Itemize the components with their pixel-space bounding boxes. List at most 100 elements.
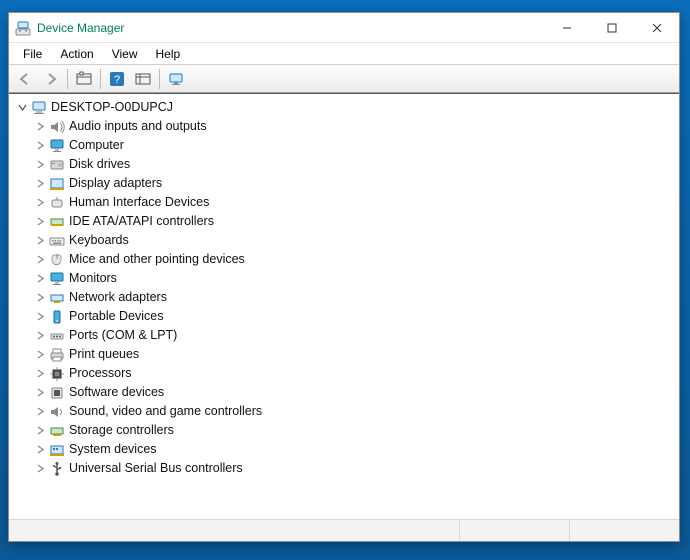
tree-item-label: Software devices: [69, 383, 164, 402]
menu-view[interactable]: View: [104, 45, 146, 63]
tree-item[interactable]: Sound, video and game controllers: [15, 402, 673, 421]
statusbar: [9, 519, 679, 541]
menu-action[interactable]: Action: [52, 45, 101, 63]
chevron-right-icon[interactable]: [33, 177, 47, 191]
tree-item[interactable]: Storage controllers: [15, 421, 673, 440]
tree-item-label: Display adapters: [69, 174, 162, 193]
status-cell: [569, 520, 679, 541]
tree-item[interactable]: Processors: [15, 364, 673, 383]
chevron-right-icon[interactable]: [33, 386, 47, 400]
tree-item-label: Network adapters: [69, 288, 167, 307]
toolbar-separator: [67, 69, 68, 89]
tree-item-label: Disk drives: [69, 155, 130, 174]
tree-item-label: Monitors: [69, 269, 117, 288]
chevron-right-icon[interactable]: [33, 329, 47, 343]
software-icon: [49, 385, 65, 401]
chevron-down-icon[interactable]: [15, 101, 29, 115]
chevron-right-icon[interactable]: [33, 310, 47, 324]
display-adapter-icon: [49, 176, 65, 192]
tree-item[interactable]: Portable Devices: [15, 307, 673, 326]
tree-item-label: Audio inputs and outputs: [69, 117, 207, 136]
chevron-right-icon[interactable]: [33, 405, 47, 419]
chevron-right-icon[interactable]: [33, 443, 47, 457]
tree-item[interactable]: Computer: [15, 136, 673, 155]
ide-icon: [49, 214, 65, 230]
toolbar: ?: [9, 65, 679, 93]
toolbar-separator: [159, 69, 160, 89]
tree-item-label: Human Interface Devices: [69, 193, 209, 212]
mouse-icon: [49, 252, 65, 268]
tree-root-label: DESKTOP-O0DUPCJ: [51, 98, 173, 117]
chevron-right-icon[interactable]: [33, 196, 47, 210]
tree-item[interactable]: System devices: [15, 440, 673, 459]
tree-item[interactable]: Disk drives: [15, 155, 673, 174]
menubar: File Action View Help: [9, 43, 679, 65]
speaker-icon: [49, 119, 65, 135]
chevron-right-icon[interactable]: [33, 234, 47, 248]
chevron-right-icon[interactable]: [33, 348, 47, 362]
toolbar-properties[interactable]: [72, 67, 96, 91]
maximize-button[interactable]: [589, 14, 634, 42]
tree-item[interactable]: Ports (COM & LPT): [15, 326, 673, 345]
tree-item[interactable]: Monitors: [15, 269, 673, 288]
toolbar-show-hidden[interactable]: [131, 67, 155, 91]
tree-item[interactable]: Keyboards: [15, 231, 673, 250]
svg-text:?: ?: [114, 74, 120, 86]
app-icon: [15, 20, 31, 36]
tree-item-label: Ports (COM & LPT): [69, 326, 177, 345]
hid-icon: [49, 195, 65, 211]
close-button[interactable]: [634, 14, 679, 42]
device-tree[interactable]: DESKTOP-O0DUPCJ Audio inputs and outputs…: [9, 93, 679, 519]
desktop-background: Device Manager File Action View Help ?: [0, 0, 690, 560]
tree-item-label: Processors: [69, 364, 132, 383]
chevron-right-icon[interactable]: [33, 139, 47, 153]
titlebar[interactable]: Device Manager: [9, 13, 679, 43]
tree-item[interactable]: Universal Serial Bus controllers: [15, 459, 673, 478]
menu-file[interactable]: File: [15, 45, 50, 63]
tree-item-label: IDE ATA/ATAPI controllers: [69, 212, 214, 231]
toolbar-help[interactable]: ?: [105, 67, 129, 91]
tree-item-label: Sound, video and game controllers: [69, 402, 262, 421]
minimize-button[interactable]: [544, 14, 589, 42]
tree-item[interactable]: Network adapters: [15, 288, 673, 307]
cpu-icon: [49, 366, 65, 382]
chevron-right-icon[interactable]: [33, 462, 47, 476]
printer-icon: [49, 347, 65, 363]
toolbar-forward[interactable]: [39, 67, 63, 91]
portable-icon: [49, 309, 65, 325]
computer-icon: [31, 100, 47, 116]
tree-item-label: Portable Devices: [69, 307, 164, 326]
chevron-right-icon[interactable]: [33, 120, 47, 134]
toolbar-back[interactable]: [13, 67, 37, 91]
port-icon: [49, 328, 65, 344]
system-icon: [49, 442, 65, 458]
status-cell: [459, 520, 569, 541]
tree-item-label: Storage controllers: [69, 421, 174, 440]
toolbar-scan[interactable]: [164, 67, 188, 91]
chevron-right-icon[interactable]: [33, 215, 47, 229]
menu-help[interactable]: Help: [148, 45, 189, 63]
tree-item[interactable]: Software devices: [15, 383, 673, 402]
chevron-right-icon[interactable]: [33, 253, 47, 267]
tree-item-label: Print queues: [69, 345, 139, 364]
disk-icon: [49, 157, 65, 173]
chevron-right-icon[interactable]: [33, 272, 47, 286]
monitor-icon: [49, 271, 65, 287]
chevron-right-icon[interactable]: [33, 291, 47, 305]
tree-item-label: Mice and other pointing devices: [69, 250, 245, 269]
tree-root[interactable]: DESKTOP-O0DUPCJ: [15, 98, 673, 117]
usb-icon: [49, 461, 65, 477]
tree-item[interactable]: Mice and other pointing devices: [15, 250, 673, 269]
network-icon: [49, 290, 65, 306]
tree-item[interactable]: Display adapters: [15, 174, 673, 193]
chevron-right-icon[interactable]: [33, 367, 47, 381]
tree-item[interactable]: IDE ATA/ATAPI controllers: [15, 212, 673, 231]
tree-item-label: Computer: [69, 136, 124, 155]
chevron-right-icon[interactable]: [33, 158, 47, 172]
chevron-right-icon[interactable]: [33, 424, 47, 438]
monitor-icon: [49, 138, 65, 154]
tree-item[interactable]: Audio inputs and outputs: [15, 117, 673, 136]
tree-item[interactable]: Print queues: [15, 345, 673, 364]
tree-item[interactable]: Human Interface Devices: [15, 193, 673, 212]
sound-icon: [49, 404, 65, 420]
